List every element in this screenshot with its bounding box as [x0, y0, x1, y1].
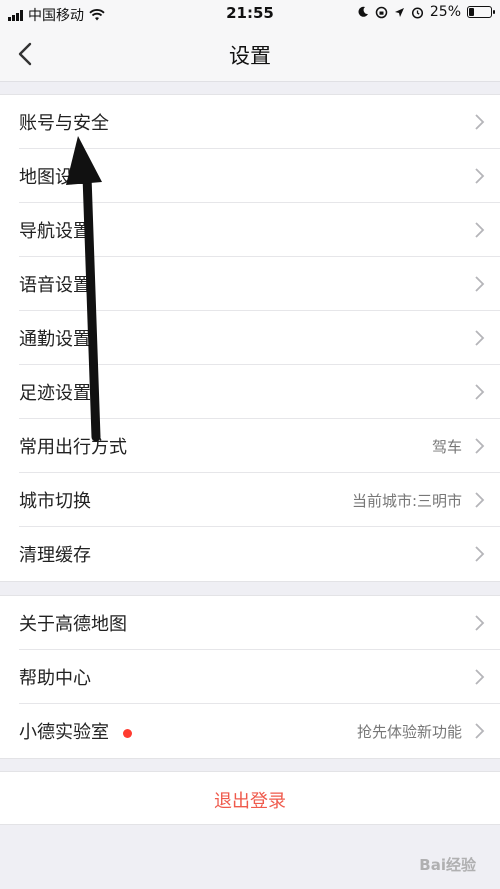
- row-label: 帮助中心: [19, 668, 91, 689]
- row-label: 地图设置: [19, 167, 91, 188]
- chevron-right-icon: [475, 330, 485, 346]
- settings-row-about[interactable]: 关于高德地图: [0, 596, 500, 650]
- settings-row-voice[interactable]: 语音设置: [0, 257, 500, 311]
- logout-label: 退出登录: [214, 791, 286, 812]
- battery-percent: 25%: [429, 4, 461, 20]
- settings-group-main: 账号与安全 地图设置 导航设置 语音设置 通勤设置 足迹设置 常用出行方式 驾车…: [0, 94, 500, 582]
- chevron-right-icon: [475, 669, 485, 685]
- settings-row-commute[interactable]: 通勤设置: [0, 311, 500, 365]
- row-label: 清理缓存: [19, 545, 91, 566]
- settings-row-clear-cache[interactable]: 清理缓存: [0, 527, 500, 581]
- location-icon: [394, 7, 404, 17]
- row-value: 驾车: [431, 437, 462, 456]
- row-value: 抢先体验新功能: [356, 722, 462, 741]
- chevron-right-icon: [475, 384, 485, 400]
- battery-fill: [469, 8, 474, 16]
- row-label: 小德实验室: [19, 722, 109, 743]
- new-badge-dot: [123, 729, 132, 738]
- row-label: 足迹设置: [19, 383, 91, 404]
- chevron-right-icon: [475, 615, 485, 631]
- nav-bar: 设置: [0, 26, 500, 82]
- row-label: 通勤设置: [19, 329, 91, 350]
- settings-row-lab[interactable]: 小德实验室 抢先体验新功能: [0, 704, 500, 758]
- settings-row-map[interactable]: 地图设置: [0, 149, 500, 203]
- settings-row-help[interactable]: 帮助中心: [0, 650, 500, 704]
- settings-row-travel-mode[interactable]: 常用出行方式 驾车: [0, 419, 500, 473]
- settings-row-city-switch[interactable]: 城市切换 当前城市:三明市: [0, 473, 500, 527]
- row-label: 城市切换: [19, 491, 91, 512]
- row-label: 账号与安全: [19, 113, 109, 134]
- settings-row-account-security[interactable]: 账号与安全: [0, 95, 500, 149]
- chevron-right-icon: [475, 492, 485, 508]
- settings-row-navigation[interactable]: 导航设置: [0, 203, 500, 257]
- chevron-right-icon: [475, 222, 485, 238]
- watermark: Bai经验: [419, 856, 476, 874]
- row-value: 当前城市:三明市: [351, 491, 462, 510]
- row-label: 导航设置: [19, 221, 91, 242]
- chevron-right-icon: [475, 438, 485, 454]
- chevron-right-icon: [475, 114, 485, 130]
- row-label: 关于高德地图: [19, 614, 127, 635]
- row-label: 语音设置: [19, 275, 91, 296]
- settings-group-about: 关于高德地图 帮助中心 小德实验室 抢先体验新功能: [0, 595, 500, 759]
- battery-icon: [467, 6, 495, 18]
- chevron-right-icon: [475, 276, 485, 292]
- chevron-right-icon: [475, 723, 485, 739]
- settings-row-footprint[interactable]: 足迹设置: [0, 365, 500, 419]
- alarm-icon: [411, 6, 423, 19]
- row-label: 常用出行方式: [19, 437, 127, 458]
- logout-button[interactable]: 退出登录: [0, 771, 500, 825]
- chevron-right-icon: [475, 168, 485, 184]
- rotation-lock-icon: [375, 6, 388, 18]
- moon-icon: [358, 6, 368, 17]
- chevron-right-icon: [475, 546, 485, 562]
- status-right: 25%: [357, 4, 495, 20]
- status-bar: 中国移动 21:55 25%: [0, 0, 500, 26]
- page-title: 设置: [229, 44, 271, 68]
